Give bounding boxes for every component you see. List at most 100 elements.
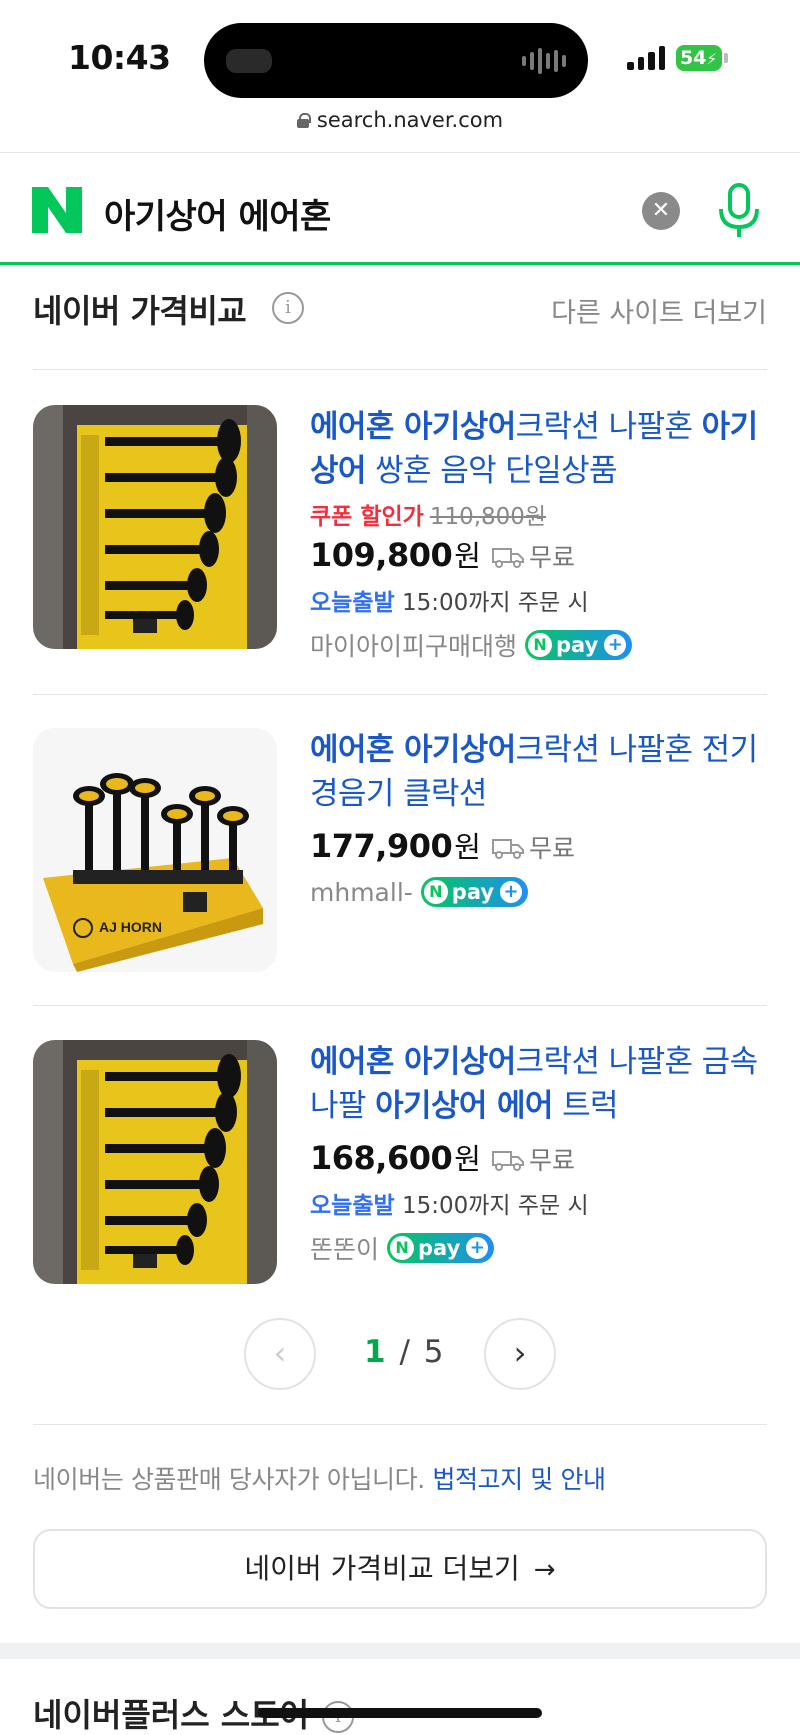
product-card[interactable]: AJ HORN 에어혼 아기상어크락션 나팔혼 전기 경음기 클락션 177,9… [33,728,767,978]
other-sites-more-link[interactable]: 다른 사이트 더보기 [551,291,767,330]
divider [33,694,767,695]
product-title[interactable]: 에어혼 아기상어크락션 나팔혼 전기 경음기 클락션 [310,728,780,816]
npay-badge: Npay + [387,1233,495,1263]
url-text: search.naver.com [316,108,504,132]
battery-tip [724,53,728,63]
plus-icon: + [466,1237,489,1259]
price: 109,800 [310,536,453,574]
cellular-signal-icon [627,46,665,70]
product-info: 에어혼 아기상어크락션 나팔혼 금속 나팔 아기상어 에어 트럭 168,600… [310,1040,780,1268]
charging-bolt-icon: ⚡ [706,50,717,68]
shipping-fee: 무료 [528,543,575,572]
price-compare-more-button[interactable]: 네이버 가격비교 더보기 → [33,1529,767,1609]
title-text: 쌍혼 음악 단일상품 [365,453,617,489]
product-card[interactable]: 에어혼 아기상어크락션 나팔혼 아기상어 쌍혼 음악 단일상품 쿠폰 할인가 11… [33,405,767,661]
status-bar: 10:43 54⚡ [0,0,800,112]
product-image[interactable] [33,1040,277,1284]
box-brand-text: AJ HORN [99,919,162,935]
npay-badge: Npay + [525,630,633,660]
product-title[interactable]: 에어혼 아기상어크락션 나팔혼 금속 나팔 아기상어 에어 트럭 [310,1040,780,1128]
plus-icon: + [604,634,627,656]
price-row: 168,600 원 무료 [310,1136,780,1180]
audio-wave-icon [522,47,566,75]
price: 168,600 [310,1139,453,1177]
shipping-fee: 무료 [528,1146,575,1175]
title-text: 크락션 나팔혼 [515,409,702,445]
product-card[interactable]: 에어혼 아기상어크락션 나팔혼 금속 나팔 아기상어 에어 트럭 168,600… [33,1040,767,1290]
title-keyword: 에어혼 아기상어 [310,1044,516,1080]
currency: 원 [454,1142,481,1176]
seller-name[interactable]: 마이아이피구매대행 [310,627,517,663]
delivery-deadline: 15:00까지 주문 시 [401,1193,589,1219]
now-playing-thumbnail [226,49,272,73]
naver-logo[interactable] [32,187,82,233]
seller-name[interactable]: mhmall- [310,878,413,907]
arrow-right-icon: → [533,1555,556,1585]
title-keyword: 에어혼 아기상어 [310,732,516,768]
section-title: 네이버 가격비교 [33,292,247,330]
npay-label: pay [451,880,495,904]
prev-page-button[interactable]: ‹ [244,1318,316,1390]
product-title[interactable]: 에어혼 아기상어크락션 나팔혼 아기상어 쌍혼 음악 단일상품 [310,405,780,493]
truck-icon [491,839,524,859]
home-indicator[interactable] [258,1708,542,1718]
price: 177,900 [310,827,453,865]
seller-row: 똔똔이 Npay + [310,1228,780,1268]
section-separator [0,1643,800,1659]
delivery-row: 오늘출발 15:00까지 주문 시 [310,583,780,621]
product-image[interactable]: AJ HORN [33,728,277,972]
npay-label: pay [556,633,599,657]
currency: 원 [454,830,481,864]
title-keyword: 에어혼 아기상어 [310,409,516,445]
title-keyword: 아기상어 에어 [375,1088,553,1124]
today-dispatch-label: 오늘출발 [310,590,395,616]
divider [33,1005,767,1006]
original-price: 110,800원 [429,504,547,530]
delivery-row: 오늘출발 15:00까지 주문 시 [310,1186,780,1224]
search-input[interactable]: 아기상어 에어혼 [104,189,331,238]
divider [33,369,767,370]
search-header: 아기상어 에어혼 ✕ [0,153,800,265]
clear-search-button[interactable]: ✕ [642,192,680,230]
total-pages: 5 [423,1334,446,1370]
delivery-deadline: 15:00까지 주문 시 [401,590,589,616]
seller-row: 마이아이피구매대행 Npay + [310,625,780,665]
info-icon[interactable]: i [272,292,304,324]
product-image[interactable] [33,405,277,649]
currency: 원 [454,539,481,573]
battery-level: 54 [680,47,707,69]
microphone-icon[interactable] [714,181,764,241]
chevron-left-icon: ‹ [273,1334,287,1372]
product-info: 에어혼 아기상어크락션 나팔혼 아기상어 쌍혼 음악 단일상품 쿠폰 할인가 11… [310,405,780,665]
plus-icon: + [500,881,523,903]
disclaimer-text: 네이버는 상품판매 당사자가 아닙니다. [33,1465,425,1494]
npay-n-icon: N [528,633,553,657]
npay-label: pay [418,1236,461,1260]
next-page-button[interactable]: › [484,1318,556,1390]
title-text: 트럭 [552,1088,618,1124]
truck-icon [491,1151,524,1171]
npay-n-icon: N [390,1236,415,1260]
disclaimer: 네이버는 상품판매 당사자가 아닙니다. 법적고지 및 안내 [33,1460,606,1496]
npay-badge: Npay + [420,877,529,907]
divider [33,1424,767,1425]
today-dispatch-label: 오늘출발 [310,1193,395,1219]
npay-n-icon: N [423,880,448,904]
chevron-right-icon: › [513,1334,527,1372]
current-page: 1 [364,1334,388,1370]
seller-row: mhmall- Npay + [310,872,780,912]
lock-icon [296,113,311,128]
coupon-label: 쿠폰 할인가 [310,504,424,530]
page-indicator: 1 / 5 [364,1334,445,1370]
price-row: 109,800 원 무료 [310,533,780,577]
pagination: ‹ 1 / 5 › [0,1318,800,1390]
close-icon: ✕ [651,198,671,223]
shipping-fee: 무료 [528,834,575,863]
more-button-label: 네이버 가격비교 더보기 [244,1552,520,1585]
truck-icon [491,548,524,568]
seller-name[interactable]: 똔똔이 [310,1230,379,1266]
coupon-row: 쿠폰 할인가 110,800원 [310,497,780,530]
status-time: 10:43 [68,38,171,77]
legal-notice-link[interactable]: 법적고지 및 안내 [432,1465,606,1494]
address-bar[interactable]: search.naver.com [0,108,800,132]
